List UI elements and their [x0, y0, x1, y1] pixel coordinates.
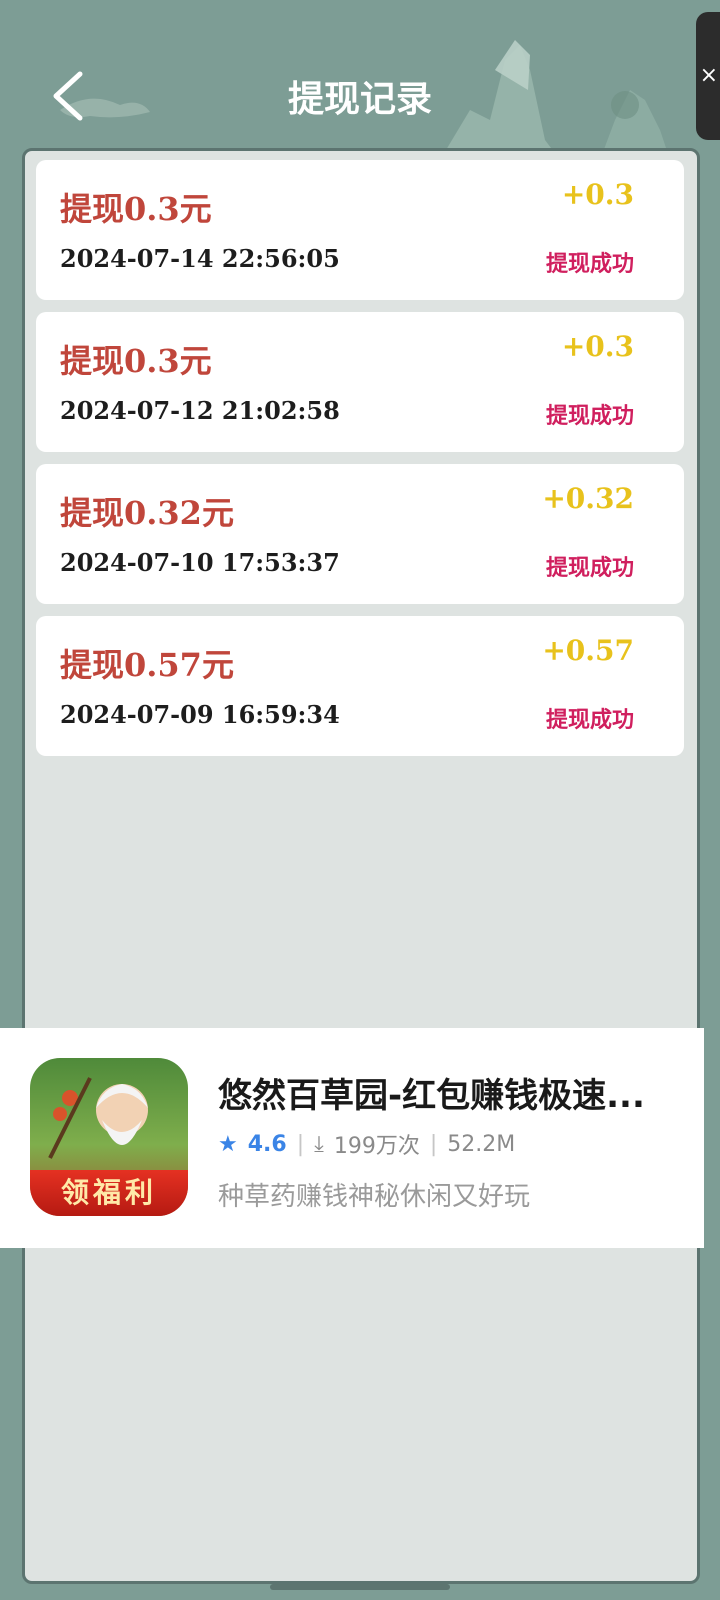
record-amount: +0.32 — [542, 482, 634, 515]
home-indicator[interactable] — [270, 1584, 450, 1590]
record-status: 提现成功 — [545, 556, 634, 581]
record-status: 提现成功 — [545, 404, 634, 429]
record-title: 提现0.57元 — [60, 646, 234, 684]
record-title: 提现0.3元 — [60, 342, 212, 380]
app-ad-card[interactable]: 领福利 悠然百草园-红包赚钱极速... ★ 4.6 | ⤓ 199万次 | 52… — [0, 1028, 704, 1248]
sage-character-icon — [48, 1077, 148, 1159]
ad-downloads: 199万次 — [333, 1134, 420, 1159]
record-title: 提现0.3元 — [60, 190, 212, 228]
page-title: 提现记录 — [287, 79, 432, 120]
ad-app-title[interactable]: 悠然百草园-红包赚钱极速... — [218, 1068, 668, 1117]
record-time: 2024-07-12 21:02:58 — [60, 396, 340, 425]
ad-rating: 4.6 — [247, 1131, 287, 1157]
record-amount: +0.3 — [561, 178, 634, 211]
download-icon: ⤓ — [314, 1131, 324, 1157]
record-time: 2024-07-10 17:53:37 — [60, 548, 340, 577]
record-item: 提现0.3元 +0.3 2024-07-12 21:02:58 提现成功 — [36, 312, 684, 452]
record-item: 提现0.57元 +0.57 2024-07-09 16:59:34 提现成功 — [36, 616, 684, 756]
close-icon: × — [699, 63, 718, 88]
record-status: 提现成功 — [545, 708, 634, 733]
ad-size: 52.2M — [447, 1131, 516, 1157]
ad-description: 种草药赚钱神秘休闲又好玩 — [218, 1182, 531, 1212]
record-time: 2024-07-14 22:56:05 — [60, 244, 340, 273]
app-icon[interactable]: 领福利 — [30, 1058, 188, 1216]
record-amount: +0.57 — [542, 634, 634, 667]
record-amount: +0.3 — [561, 330, 634, 363]
close-button[interactable]: × — [696, 12, 720, 140]
record-status: 提现成功 — [545, 252, 634, 277]
record-time: 2024-07-09 16:59:34 — [60, 700, 340, 729]
record-item: 提现0.32元 +0.32 2024-07-10 17:53:37 提现成功 — [36, 464, 684, 604]
divider: | — [296, 1131, 305, 1157]
ad-badge: 领福利 — [30, 1170, 188, 1216]
record-title: 提现0.32元 — [60, 494, 234, 532]
divider: | — [429, 1131, 438, 1157]
record-item: 提现0.3元 +0.3 2024-07-14 22:56:05 提现成功 — [36, 160, 684, 300]
star-icon: ★ — [218, 1131, 238, 1157]
ad-meta: ★ 4.6 | ⤓ 199万次 | 52.2M — [218, 1128, 515, 1160]
